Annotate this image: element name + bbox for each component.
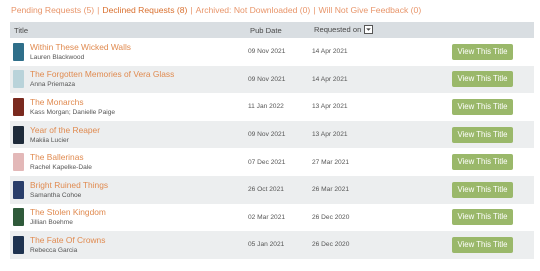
table-row: Bright Ruined Things Samantha Cohoe 26 O… — [10, 175, 534, 204]
view-this-title-button[interactable]: View This Title — [452, 126, 513, 143]
action-cell: View This Title — [434, 204, 534, 232]
book-author: Makiia Lucier — [30, 136, 69, 144]
book-title-link[interactable]: Bright Ruined Things — [30, 180, 108, 191]
tab-archived-not-downloaded[interactable]: Archived: Not Downloaded (0) — [196, 5, 311, 15]
book-cover-image[interactable] — [13, 153, 24, 172]
view-this-title-button[interactable]: View This Title — [452, 43, 513, 60]
column-header-requested-on-label: Requested on — [314, 25, 362, 35]
book-cover-image[interactable] — [13, 180, 24, 199]
book-author: Lauren Blackwood — [30, 53, 85, 61]
book-cover-image[interactable] — [13, 97, 24, 116]
tab-separator: | — [313, 5, 316, 15]
book-cover-image[interactable] — [13, 125, 24, 144]
book-title-link[interactable]: The Forgotten Memories of Vera Glass — [30, 69, 174, 80]
pub-date: 26 Oct 2021 — [248, 186, 284, 194]
table-row: Year of the Reaper Makiia Lucier 09 Nov … — [10, 120, 534, 149]
requested-on-date: 27 Mar 2021 — [312, 158, 350, 166]
action-cell: View This Title — [434, 121, 534, 149]
requests-table: Title Pub Date Requested on Within These… — [10, 22, 534, 259]
tab-declined-requests[interactable]: Declined Requests (8) — [102, 5, 187, 15]
view-this-title-button[interactable]: View This Title — [452, 71, 513, 88]
book-title-link[interactable]: Within These Wicked Walls — [30, 42, 131, 53]
column-header-requested-on[interactable]: Requested on — [310, 22, 434, 38]
action-cell: View This Title — [434, 231, 534, 259]
book-title-link[interactable]: The Fate Of Crowns — [30, 235, 105, 246]
tab-separator: | — [97, 5, 100, 15]
book-cover-image[interactable] — [13, 235, 24, 254]
tab-will-not-give-feedback[interactable]: Will Not Give Feedback (0) — [319, 5, 422, 15]
pub-date: 09 Nov 2021 — [248, 131, 286, 139]
pub-date: 07 Dec 2021 — [248, 158, 286, 166]
column-header-title: Title — [14, 25, 29, 35]
pub-date: 02 Mar 2021 — [248, 213, 286, 221]
requested-on-date: 26 Dec 2020 — [312, 241, 350, 249]
action-cell: View This Title — [434, 38, 534, 66]
book-author: Anna Priemaza — [30, 81, 76, 89]
book-author: Rachel Kapelke-Dale — [30, 164, 92, 172]
table-row: The Fate Of Crowns Rebecca Garcia 05 Jan… — [10, 231, 534, 259]
pub-date: 09 Nov 2021 — [248, 75, 286, 83]
column-header-actions — [434, 22, 534, 38]
requested-on-date: 14 Apr 2021 — [312, 48, 348, 56]
book-title-link[interactable]: The Monarchs — [30, 97, 115, 108]
requested-on-date: 26 Mar 2021 — [312, 186, 350, 194]
action-cell: View This Title — [434, 176, 534, 204]
requested-on-date: 13 Apr 2021 — [312, 131, 348, 139]
pub-date: 05 Jan 2021 — [248, 241, 285, 249]
column-header-pub-date: Pub Date — [250, 25, 282, 35]
book-cover-image[interactable] — [13, 208, 24, 227]
requested-on-date: 14 Apr 2021 — [312, 75, 348, 83]
view-this-title-button[interactable]: View This Title — [452, 209, 513, 226]
request-tabs: Pending Requests (5) | Declined Requests (… — [11, 4, 421, 16]
book-author: Jillian Boehme — [30, 219, 73, 227]
book-author: Kass Morgan; Danielle Paige — [30, 108, 116, 116]
requested-on-date: 13 Apr 2021 — [312, 103, 348, 111]
table-row: Within These Wicked Walls Lauren Blackwo… — [10, 38, 534, 66]
view-this-title-button[interactable]: View This Title — [452, 181, 513, 198]
table-row: The Monarchs Kass Morgan; Danielle Paige… — [10, 93, 534, 121]
book-author: Samantha Cohoe — [30, 191, 82, 199]
book-author: Rebecca Garcia — [30, 246, 78, 254]
table-row: The Forgotten Memories of Vera Glass Ann… — [10, 65, 534, 94]
table-row: The Stolen Kingdom Jillian Boehme 02 Mar… — [10, 203, 534, 232]
book-title-link[interactable]: The Ballerinas — [30, 152, 92, 163]
action-cell: View This Title — [434, 93, 534, 121]
table-header-row: Title Pub Date Requested on — [10, 22, 534, 38]
pub-date: 11 Jan 2022 — [248, 103, 284, 111]
book-title-link[interactable]: Year of the Reaper — [30, 125, 100, 136]
tab-pending-requests[interactable]: Pending Requests (5) — [11, 5, 94, 15]
book-cover-image[interactable] — [13, 70, 24, 89]
action-cell: View This Title — [434, 66, 534, 94]
requested-on-date: 26 Dec 2020 — [312, 213, 350, 221]
book-title-link[interactable]: The Stolen Kingdom — [30, 207, 106, 218]
view-this-title-button[interactable]: View This Title — [452, 236, 513, 253]
book-cover-image[interactable] — [13, 42, 24, 61]
action-cell: View This Title — [434, 148, 534, 176]
pub-date: 09 Nov 2021 — [248, 48, 286, 56]
chevron-down-icon[interactable] — [364, 24, 374, 34]
table-row: The Ballerinas Rachel Kapelke-Dale 07 De… — [10, 148, 534, 176]
view-this-title-button[interactable]: View This Title — [452, 154, 513, 171]
tab-separator: | — [190, 5, 193, 15]
view-this-title-button[interactable]: View This Title — [452, 98, 513, 115]
